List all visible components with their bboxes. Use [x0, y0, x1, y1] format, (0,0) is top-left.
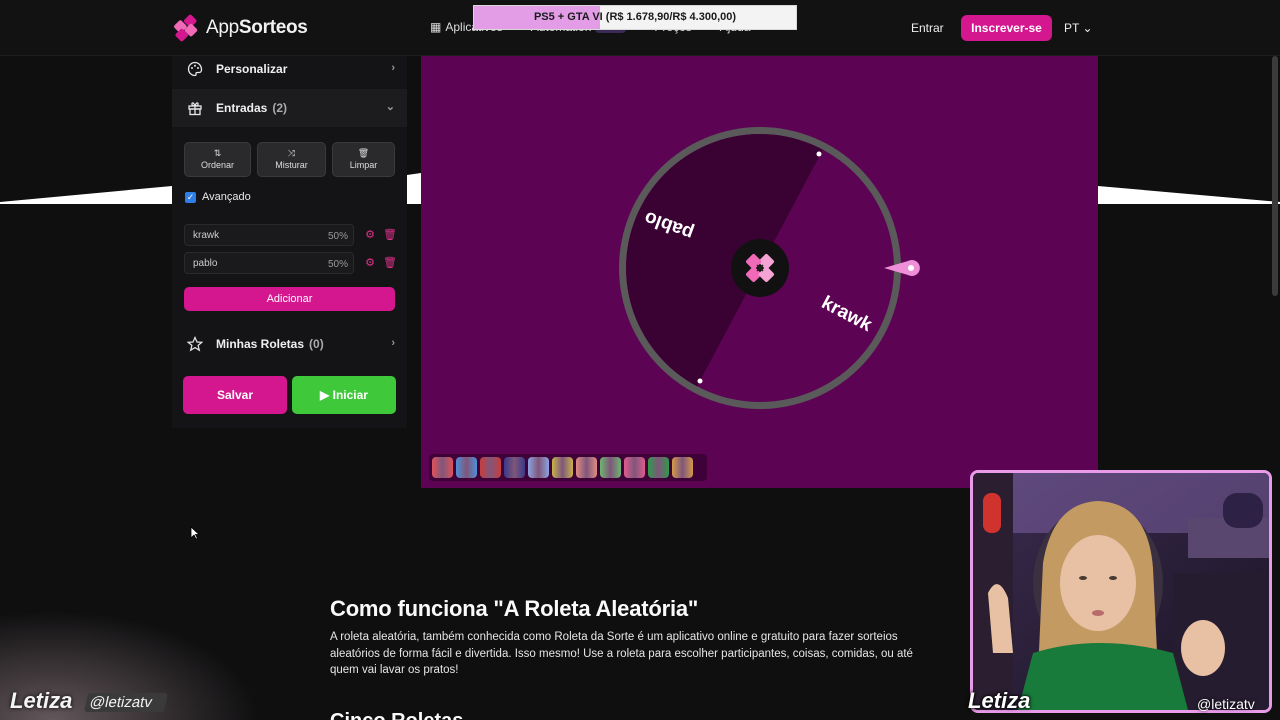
brand-name: AppSorteos: [206, 17, 308, 38]
settings-icon[interactable]: ⚙: [364, 257, 376, 269]
section-entradas[interactable]: Entradas (2) ⌄: [172, 89, 407, 127]
wheel-panel: pablo krawk ✕: [421, 56, 1098, 488]
chevron-right-icon: ›: [391, 62, 395, 74]
palette-swatch[interactable]: [600, 457, 621, 478]
palette-icon: [186, 60, 204, 78]
streamer-handle-cam: @letizatv: [1197, 696, 1255, 712]
play-icon: ▶: [320, 388, 330, 402]
ordenar-button[interactable]: ⇅ Ordenar: [184, 142, 251, 177]
palette-swatch[interactable]: [672, 457, 693, 478]
star-icon: [186, 335, 204, 353]
article-next-heading: Cinco Roletas: [330, 710, 463, 720]
entry-percent: 50%: [327, 259, 348, 270]
streamer-handle-left: @letizatv: [83, 693, 168, 712]
article-body: A roleta aleatória, também conhecida com…: [330, 631, 913, 676]
limpar-label: Limpar: [349, 160, 378, 170]
minhas-roletas-label: Minhas Roletas: [216, 337, 305, 351]
palette-swatch[interactable]: [504, 457, 525, 478]
entry-name: pablo: [193, 258, 218, 269]
mouse-cursor-icon: [190, 526, 200, 540]
minhas-roletas-count: (0): [309, 337, 324, 351]
article-title: Como funciona "A Roleta Aleatória": [330, 596, 699, 621]
language-label: PT: [1064, 21, 1080, 35]
delete-icon[interactable]: 🗑: [383, 257, 397, 269]
entry-row[interactable]: krawk 50%: [184, 224, 354, 246]
decor-wedge-mid: [407, 173, 421, 204]
login-link[interactable]: Entrar: [911, 21, 944, 35]
trash-icon: 🗑: [357, 148, 370, 158]
palette-swatch[interactable]: [480, 457, 501, 478]
goal-text: PS5 + GTA VI (R$ 1.678,90/R$ 4.300,00): [533, 11, 737, 23]
chevron-right-icon: ›: [391, 337, 395, 349]
streamer-name-left: Letiza: [10, 688, 73, 713]
salvar-button[interactable]: Salvar: [183, 376, 287, 414]
palette-swatch[interactable]: [648, 457, 669, 478]
iniciar-button[interactable]: ▶ Iniciar: [292, 376, 396, 414]
section-minhas-roletas[interactable]: Minhas Roletas (0) ›: [172, 326, 407, 362]
palette-swatch[interactable]: [456, 457, 477, 478]
limpar-button[interactable]: 🗑 Limpar: [332, 142, 395, 177]
entry-row[interactable]: pablo 50%: [184, 252, 354, 274]
sidebar: Personalizar › Entradas (2) ⌄ ⇅ Ordenar …: [172, 56, 407, 428]
delete-icon[interactable]: 🗑: [383, 229, 397, 241]
avancado-checkbox[interactable]: ✓ Avançado: [185, 191, 251, 203]
webcam-overlay: [970, 470, 1272, 713]
webcam-feed: [973, 473, 1269, 710]
checkbox-checked-icon: ✓: [185, 191, 196, 203]
palette-swatch[interactable]: [576, 457, 597, 478]
donation-goal-bar: PS5 + GTA VI (R$ 1.678,90/R$ 4.300,00): [473, 5, 797, 30]
segment-divider-dot: [816, 151, 822, 157]
grid-icon: ▦: [430, 20, 442, 34]
section-personalizar-label: Personalizar: [216, 62, 288, 76]
segment-divider-dot: [697, 378, 703, 384]
misturar-button[interactable]: ⤨ Misturar: [257, 142, 326, 177]
brand-logo[interactable]: AppSorteos: [172, 14, 308, 42]
palette-swatch[interactable]: [432, 457, 453, 478]
section-personalizar[interactable]: Personalizar ›: [172, 51, 407, 87]
entry-name: krawk: [193, 230, 220, 241]
avancado-label: Avançado: [202, 191, 251, 203]
entries-count: (2): [272, 101, 288, 115]
iniciar-label: Iniciar: [332, 388, 368, 402]
ordenar-label: Ordenar: [200, 160, 235, 170]
gift-icon: [186, 99, 204, 117]
page-scrollbar[interactable]: [1272, 56, 1278, 296]
shuffle-icon: ⤨: [287, 148, 296, 158]
entry-percent: 50%: [327, 231, 348, 242]
palette-swatch[interactable]: [624, 457, 645, 478]
streamer-name-cam: Letiza: [968, 688, 1031, 713]
language-selector[interactable]: PT ⌄: [1064, 21, 1093, 35]
svg-text:✕: ✕: [755, 263, 764, 275]
decor-wedge-right: [1098, 186, 1280, 204]
settings-icon[interactable]: ⚙: [364, 229, 376, 241]
section-entradas-label: Entradas: [216, 101, 268, 115]
chevron-down-icon: ⌄: [385, 101, 395, 113]
roulette-wheel[interactable]: pablo krawk ✕: [421, 56, 1098, 488]
chevron-down-icon: ⌄: [1082, 21, 1093, 35]
logo-icon: [172, 14, 200, 42]
palette-swatch[interactable]: [552, 457, 573, 478]
decor-wedge-left: [0, 186, 172, 204]
signup-button[interactable]: Inscrever-se: [961, 15, 1052, 41]
sort-icon: ⇅: [213, 148, 222, 158]
adicionar-button[interactable]: Adicionar: [184, 287, 395, 311]
misturar-label: Misturar: [275, 160, 308, 170]
palette-swatch[interactable]: [528, 457, 549, 478]
color-palette-picker[interactable]: [429, 454, 707, 481]
